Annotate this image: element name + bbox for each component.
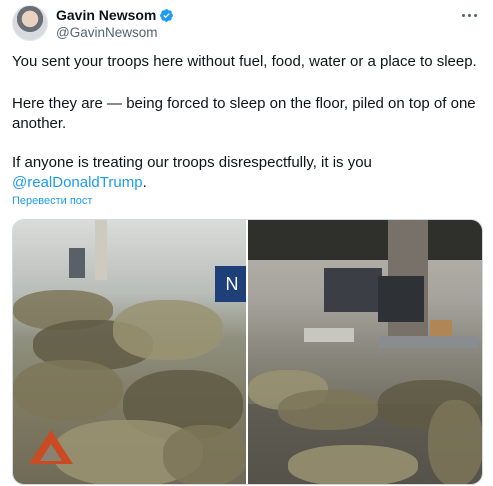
author-name-row[interactable]: Gavin Newsom <box>56 7 174 23</box>
sleeping-troops <box>13 360 123 420</box>
more-options-icon[interactable] <box>457 5 481 25</box>
sleeping-troops <box>278 390 378 430</box>
folding-table <box>304 328 354 342</box>
sleeping-troops <box>288 445 418 484</box>
sleeping-troops <box>428 400 482 484</box>
author-handle[interactable]: @GavinNewsom <box>56 25 157 40</box>
tweet-paragraph-3-text: If anyone is treating our troops disresp… <box>12 154 372 171</box>
photo-troops-warehouse[interactable] <box>248 220 482 484</box>
translate-post-link[interactable]: Перевести пост <box>12 195 92 207</box>
cardboard-box <box>430 320 452 336</box>
pillar <box>95 220 107 280</box>
mention-link[interactable]: @realDonaldTrump <box>12 174 143 191</box>
sleeping-troops <box>163 425 246 484</box>
scanner-machine <box>378 276 424 322</box>
doorway <box>69 248 85 278</box>
sleeping-troops <box>113 300 223 360</box>
tweet-paragraph-1: You sent your troops here without fuel, … <box>12 53 477 70</box>
media-grid: N <box>12 219 483 485</box>
tweet-paragraph-3-end: . <box>142 174 147 191</box>
tweet-paragraph-2: Here they are — being forced to sleep on… <box>12 95 476 132</box>
warning-triangle-inner <box>40 444 62 461</box>
photo-troops-corridor[interactable]: N <box>13 220 246 484</box>
scanner-machine <box>324 268 382 312</box>
verified-badge-icon <box>160 8 174 22</box>
gate-sign: N <box>215 266 246 302</box>
ceiling <box>248 220 482 260</box>
avatar[interactable] <box>12 5 48 41</box>
folding-table <box>378 336 478 348</box>
tweet-paragraph-3: If anyone is treating our troops disresp… <box>12 153 482 193</box>
author-name[interactable]: Gavin Newsom <box>56 7 156 23</box>
